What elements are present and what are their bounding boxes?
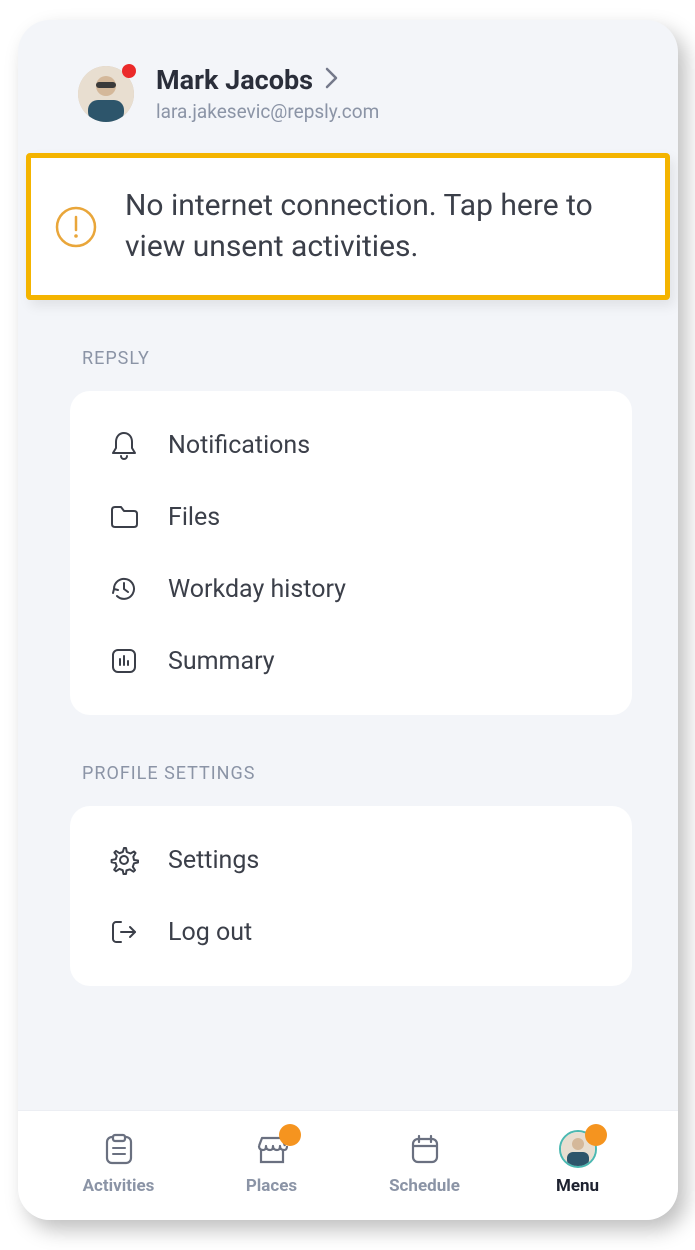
nav-places[interactable]: Places	[212, 1130, 332, 1196]
nav-label: Schedule	[389, 1176, 460, 1196]
scroll-area[interactable]: Mark Jacobs lara.jakesevic@repsly.com No…	[18, 20, 678, 1110]
menu-label: Settings	[168, 846, 259, 875]
menu-label: Log out	[168, 918, 252, 947]
menu-label: Workday history	[168, 575, 346, 604]
repsly-menu-card: Notifications Files Workday history Summ…	[70, 391, 632, 715]
chart-icon	[108, 645, 140, 677]
nav-label: Activities	[83, 1176, 155, 1196]
menu-item-notifications[interactable]: Notifications	[70, 409, 632, 481]
nav-schedule[interactable]: Schedule	[365, 1130, 485, 1196]
activities-icon	[100, 1130, 138, 1168]
badge-dot-icon	[585, 1124, 607, 1146]
gear-icon	[108, 844, 140, 876]
alert-text: No internet connection. Tap here to view…	[125, 186, 639, 267]
nav-label: Menu	[556, 1176, 599, 1196]
menu-label: Summary	[168, 647, 275, 676]
badge-dot-icon	[279, 1124, 301, 1146]
section-label-repsly: REPSLY	[18, 300, 678, 391]
menu-item-files[interactable]: Files	[70, 481, 632, 553]
chevron-right-icon	[325, 67, 339, 93]
bottom-nav: Activities Places Schedule Menu	[18, 1110, 678, 1220]
places-icon	[253, 1130, 291, 1168]
menu-item-logout[interactable]: Log out	[70, 896, 632, 968]
profile-text: Mark Jacobs lara.jakesevic@repsly.com	[156, 64, 379, 123]
menu-label: Files	[168, 503, 220, 532]
calendar-icon	[406, 1130, 444, 1168]
nav-activities[interactable]: Activities	[59, 1130, 179, 1196]
folder-icon	[108, 501, 140, 533]
profile-email: lara.jakesevic@repsly.com	[156, 100, 379, 123]
bell-icon	[108, 429, 140, 461]
menu-item-settings[interactable]: Settings	[70, 824, 632, 896]
history-icon	[108, 573, 140, 605]
avatar[interactable]	[78, 66, 134, 122]
menu-avatar	[559, 1130, 597, 1168]
menu-label: Notifications	[168, 431, 310, 460]
profile-name: Mark Jacobs	[156, 64, 313, 96]
menu-item-summary[interactable]: Summary	[70, 625, 632, 697]
profile-settings-card: Settings Log out	[70, 806, 632, 986]
section-label-profile-settings: PROFILE SETTINGS	[18, 715, 678, 806]
nav-menu[interactable]: Menu	[518, 1130, 638, 1196]
offline-alert-banner[interactable]: No internet connection. Tap here to view…	[26, 153, 670, 300]
menu-item-workday-history[interactable]: Workday history	[70, 553, 632, 625]
nav-label: Places	[246, 1176, 297, 1196]
profile-header[interactable]: Mark Jacobs lara.jakesevic@repsly.com	[18, 20, 678, 147]
logout-icon	[108, 916, 140, 948]
app-frame: Mark Jacobs lara.jakesevic@repsly.com No…	[18, 20, 678, 1220]
alert-icon	[53, 204, 99, 250]
status-dot-icon	[122, 64, 136, 78]
